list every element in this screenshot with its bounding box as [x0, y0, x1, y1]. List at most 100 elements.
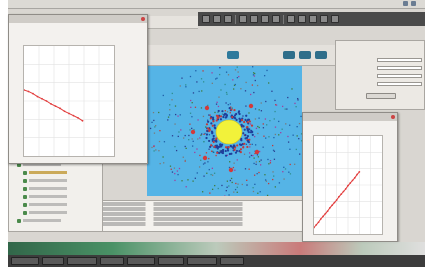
taskbar-item[interactable] — [42, 257, 64, 265]
tree-item[interactable] — [23, 194, 67, 199]
taskbar-item[interactable] — [220, 257, 244, 265]
particle — [191, 127, 193, 130]
particle — [216, 101, 218, 103]
settings-icon[interactable] — [320, 15, 328, 23]
particle — [255, 127, 258, 130]
particle — [254, 144, 257, 146]
particle — [262, 123, 264, 125]
pause-icon[interactable] — [250, 15, 258, 23]
data-point — [328, 206, 331, 209]
particle — [295, 106, 297, 108]
property-field[interactable] — [377, 81, 422, 86]
ring-particle — [216, 151, 219, 154]
particle — [253, 157, 255, 159]
chart-window-right[interactable] — [302, 112, 398, 242]
save-icon[interactable] — [224, 15, 232, 23]
particle — [152, 111, 155, 114]
particle — [225, 102, 227, 104]
property-field[interactable] — [377, 57, 422, 62]
tree-item[interactable] — [23, 186, 67, 191]
new-icon[interactable] — [202, 15, 210, 23]
stop-icon[interactable] — [272, 15, 280, 23]
close-icon[interactable] — [391, 115, 395, 119]
taskbar-item[interactable] — [100, 257, 124, 265]
ring-particle — [223, 113, 226, 117]
particle — [248, 156, 251, 158]
volume-icon[interactable] — [411, 1, 416, 6]
particle — [173, 167, 176, 169]
data-point — [331, 204, 334, 207]
chart-window-titlebar[interactable] — [303, 113, 397, 121]
particle — [199, 154, 201, 157]
particle — [177, 115, 179, 117]
particle — [199, 137, 201, 139]
chart-window-titlebar[interactable] — [9, 15, 147, 23]
particle — [252, 190, 255, 193]
ring-particle — [212, 137, 215, 140]
particle — [208, 114, 210, 116]
play-icon[interactable] — [239, 15, 247, 23]
particle — [256, 173, 258, 175]
particle — [197, 119, 199, 121]
console-line — [101, 217, 303, 221]
particle — [273, 175, 275, 177]
tree-item[interactable] — [23, 202, 67, 207]
ring-particle — [224, 113, 228, 116]
particle — [287, 135, 289, 138]
ring-particle — [215, 114, 219, 117]
camera-icon[interactable] — [309, 15, 317, 23]
particle — [264, 174, 266, 176]
network-icon[interactable] — [403, 1, 408, 6]
chart-window-left[interactable] — [8, 14, 148, 164]
tree-item[interactable] — [23, 178, 67, 183]
ring-particle — [230, 108, 233, 111]
view-option-button[interactable] — [299, 51, 311, 59]
property-field[interactable] — [377, 65, 422, 70]
tree-item[interactable] — [17, 218, 61, 223]
particle — [253, 91, 255, 94]
particle — [181, 77, 183, 79]
particle — [177, 173, 179, 176]
particle — [275, 104, 278, 106]
view-option-button[interactable] — [283, 51, 295, 59]
particle — [237, 183, 239, 185]
help-icon[interactable] — [331, 15, 339, 23]
taskbar-item[interactable] — [67, 257, 97, 265]
particle — [174, 113, 177, 116]
data-point — [322, 215, 324, 218]
particle — [208, 148, 210, 150]
particle — [297, 97, 299, 100]
open-icon[interactable] — [213, 15, 221, 23]
tree-item[interactable] — [23, 170, 67, 175]
zoom-out-icon[interactable] — [298, 15, 306, 23]
apply-button[interactable] — [366, 93, 396, 99]
step-icon[interactable] — [261, 15, 269, 23]
data-point — [347, 184, 349, 187]
property-field[interactable] — [377, 73, 422, 78]
tree-item[interactable] — [23, 210, 67, 215]
simulation-3d-view[interactable] — [147, 66, 302, 196]
particle — [249, 93, 252, 96]
console-line — [101, 212, 303, 216]
property-row — [340, 65, 422, 70]
ring-particle — [217, 109, 220, 113]
particle — [289, 124, 291, 126]
data-point — [315, 223, 318, 226]
simulation-canvas[interactable] — [147, 66, 302, 196]
particle — [249, 146, 251, 148]
particle — [205, 126, 207, 128]
view-mode-button[interactable] — [227, 51, 239, 59]
taskbar-item[interactable] — [187, 257, 217, 265]
ring-particle — [236, 144, 239, 147]
taskbar-item[interactable] — [158, 257, 184, 265]
taskbar-item[interactable] — [127, 257, 155, 265]
properties-panel — [335, 40, 425, 110]
particle — [215, 78, 217, 80]
close-icon[interactable] — [141, 17, 145, 21]
particle — [175, 149, 178, 152]
view-option-button[interactable] — [315, 51, 327, 59]
system-tray — [403, 1, 419, 6]
zoom-in-icon[interactable] — [287, 15, 295, 23]
taskbar-item[interactable] — [11, 257, 39, 265]
particle — [266, 194, 269, 196]
